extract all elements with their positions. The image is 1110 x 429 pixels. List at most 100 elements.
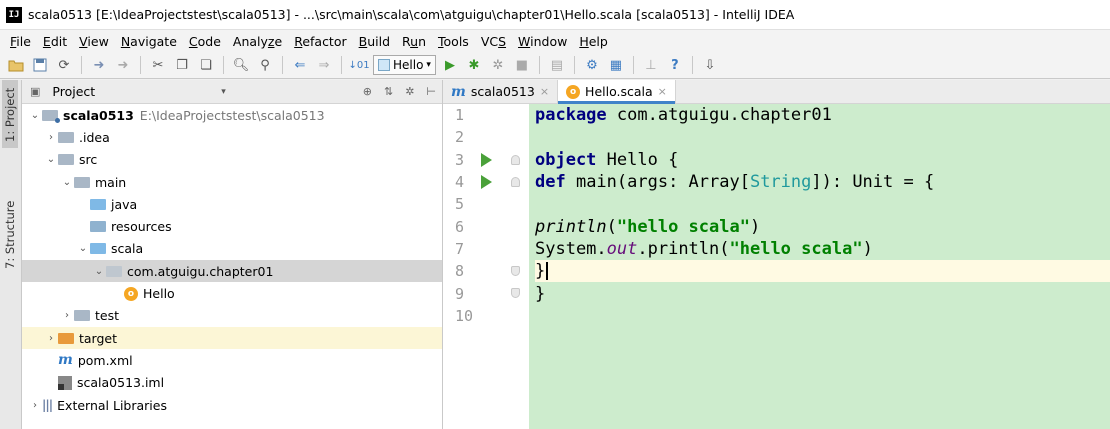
chevron-down-icon[interactable]: ⌄ — [28, 110, 42, 121]
chevron-down-icon[interactable]: ⌄ — [60, 177, 74, 188]
nav-forward-icon[interactable]: ⇒ — [314, 55, 334, 75]
run-gutter-icon[interactable] — [481, 174, 492, 189]
menu-item[interactable]: Refactor — [288, 34, 352, 49]
tree-item-main[interactable]: ⌄ main — [22, 171, 442, 193]
open-folder-icon[interactable] — [6, 55, 26, 75]
updates-icon[interactable]: ⇩ — [700, 55, 720, 75]
fold-icon[interactable] — [511, 154, 520, 165]
menu-item[interactable]: Build — [353, 34, 396, 49]
tab-hello-scala[interactable]: o Hello.scala × — [558, 80, 676, 104]
stop-icon[interactable]: ■ — [512, 55, 532, 75]
collapse-icon[interactable]: ⇅ — [384, 85, 393, 98]
chevron-down-icon[interactable]: ⌄ — [92, 266, 106, 277]
code-line[interactable]: println("hello scala") — [535, 215, 1110, 237]
menu-item[interactable]: Edit — [37, 34, 73, 49]
forward-icon[interactable]: ➜ — [113, 55, 133, 75]
tab-project[interactable]: 1: Project — [2, 80, 18, 148]
paste-icon[interactable]: ❏ — [196, 55, 216, 75]
tree-item-iml[interactable]: scala0513.iml — [22, 372, 442, 394]
run-configuration-select[interactable]: Hello ▾ — [373, 55, 436, 75]
fold-icon[interactable] — [511, 266, 520, 277]
code-lines[interactable]: package com.atguigu.chapter01 object Hel… — [529, 104, 1110, 429]
close-icon[interactable]: × — [658, 85, 667, 98]
package-icon — [106, 265, 122, 277]
sync-icon[interactable]: ⟳ — [54, 55, 74, 75]
save-icon[interactable] — [30, 55, 50, 75]
tab-structure[interactable]: 7: Structure — [2, 180, 18, 275]
tree-item-hello[interactable]: o Hello — [22, 282, 442, 304]
tree-item-libraries[interactable]: › ||| External Libraries — [22, 394, 442, 416]
code-line[interactable]: } — [535, 282, 1110, 304]
tree-item-root[interactable]: ⌄ scala0513 E:\IdeaProjectstest\scala051… — [22, 104, 442, 126]
code-line[interactable]: def main(args: Array[String]): Unit = { — [535, 171, 1110, 193]
coverage-icon[interactable]: ✲ — [488, 55, 508, 75]
copy-icon[interactable]: ❐ — [172, 55, 192, 75]
chevron-right-icon[interactable]: › — [60, 310, 74, 321]
chevron-down-icon[interactable]: ▾ — [221, 87, 226, 97]
folder-icon — [58, 131, 74, 143]
code-line[interactable] — [535, 193, 1110, 215]
tab-pom[interactable]: m scala0513 × — [443, 80, 559, 103]
menu-item[interactable]: Tools — [432, 34, 475, 49]
tree-item-target[interactable]: › target — [22, 326, 442, 350]
tree-item-label: target — [79, 330, 118, 346]
find-icon[interactable]: 🔍︎ — [231, 55, 251, 75]
settings-icon[interactable]: ⚙ — [582, 55, 602, 75]
tree-item-src[interactable]: ⌄ src — [22, 149, 442, 171]
fold-icon[interactable] — [511, 288, 520, 299]
toolbar-divider — [81, 56, 82, 74]
debug-icon[interactable]: ✱ — [464, 55, 484, 75]
cut-icon[interactable]: ✂ — [148, 55, 168, 75]
run-icon[interactable]: ▶ — [440, 55, 460, 75]
sdk-icon[interactable]: ⊥ — [641, 55, 661, 75]
line-number: 3 — [443, 149, 529, 171]
menu-item[interactable]: VCS — [475, 34, 512, 49]
replace-icon[interactable]: ⚲ — [255, 55, 275, 75]
help-icon[interactable]: ? — [665, 55, 685, 75]
fold-icon[interactable] — [511, 176, 520, 187]
code-line-current[interactable]: } — [535, 260, 1110, 283]
chevron-right-icon[interactable]: › — [44, 333, 58, 344]
code-line[interactable]: package com.atguigu.chapter01 — [535, 104, 1110, 126]
tree-item-idea[interactable]: › .idea — [22, 126, 442, 148]
menu-item[interactable]: Analyze — [227, 34, 288, 49]
chevron-right-icon[interactable]: › — [44, 132, 58, 143]
menu-item[interactable]: File — [4, 34, 37, 49]
close-icon[interactable]: × — [540, 85, 549, 98]
library-icon: ||| — [42, 398, 53, 412]
code-line[interactable] — [535, 126, 1110, 148]
code-line[interactable]: System. out .println("hello scala") — [535, 238, 1110, 260]
tree-item-scala[interactable]: ⌄ scala — [22, 238, 442, 260]
nav-back-icon[interactable]: ⇐ — [290, 55, 310, 75]
vcs-icon[interactable]: ▤ — [547, 55, 567, 75]
menu-item[interactable]: Run — [396, 34, 432, 49]
menu-item[interactable]: Code — [183, 34, 227, 49]
code-line[interactable] — [535, 305, 1110, 327]
chevron-right-icon[interactable]: › — [28, 400, 42, 411]
chevron-down-icon[interactable]: ⌄ — [44, 154, 58, 165]
line-number: 4 — [443, 171, 529, 193]
toolbar-divider — [632, 56, 634, 74]
menu-item[interactable]: View — [73, 34, 115, 49]
tree-item-label: main — [95, 174, 127, 190]
menu-item[interactable]: Navigate — [115, 34, 183, 49]
back-icon[interactable]: ➜ — [89, 55, 109, 75]
gear-icon[interactable]: ✲ — [405, 85, 414, 98]
code-area[interactable]: 1 2 3 4 5 6 7 8 9 10 package com.atguigu.chapter0… — [443, 104, 1110, 429]
chevron-down-icon[interactable]: ⌄ — [76, 243, 90, 254]
tree-item-pom[interactable]: m pom.xml — [22, 349, 442, 371]
line-number: 2 — [455, 128, 465, 147]
project-structure-icon[interactable]: ▦ — [606, 55, 626, 75]
menu-item[interactable]: Window — [512, 34, 573, 49]
build-icon[interactable]: ↓01 — [348, 55, 369, 75]
code-line[interactable]: object Hello { — [535, 149, 1110, 171]
tree-item-test[interactable]: › test — [22, 305, 442, 327]
tree-item-resources[interactable]: resources — [22, 215, 442, 237]
tree-item-package[interactable]: ⌄ com.atguigu.chapter01 — [22, 260, 442, 283]
locate-icon[interactable]: ⊕ — [363, 85, 372, 98]
tree-item-java[interactable]: java — [22, 193, 442, 215]
project-panel-title[interactable]: Project — [52, 84, 95, 99]
menu-item[interactable]: Help — [573, 34, 614, 49]
hide-icon[interactable]: ⊢ — [426, 85, 436, 98]
run-gutter-icon[interactable] — [481, 152, 492, 167]
